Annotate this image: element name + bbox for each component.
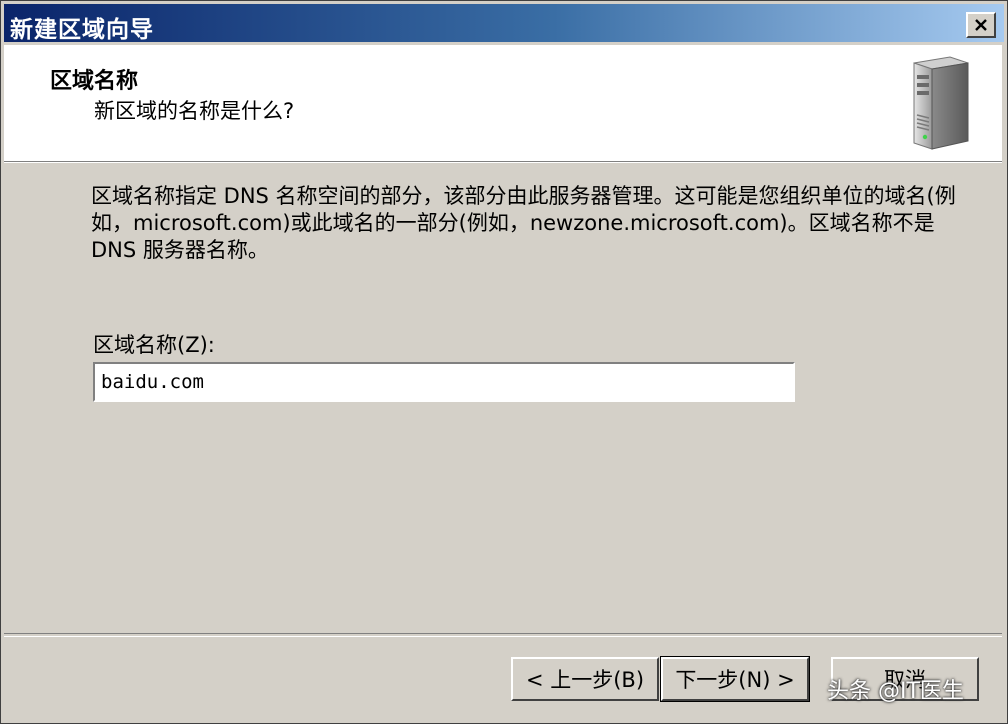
button-divider	[4, 633, 1002, 637]
title-bar[interactable]: 新建区域向导	[4, 4, 1004, 43]
window-title: 新建区域向导	[10, 17, 154, 43]
page-title: 区域名称	[50, 69, 139, 94]
zone-name-input[interactable]	[93, 362, 795, 402]
close-button[interactable]	[966, 12, 996, 38]
page-subtitle: 新区域的名称是什么?	[94, 99, 295, 123]
back-button[interactable]: < 上一步(B)	[511, 657, 659, 701]
close-icon	[975, 19, 987, 31]
wizard-header: 区域名称 新区域的名称是什么?	[4, 45, 1002, 162]
zone-name-label: 区域名称(Z):	[93, 333, 215, 357]
watermark: 头条 @IT医生	[827, 679, 964, 704]
zone-description: 区域名称指定 DNS 名称空间的部分，该部分由此服务器管理。这可能是您组织单位的…	[91, 184, 956, 262]
next-button[interactable]: 下一步(N) >	[660, 656, 810, 702]
server-icon	[913, 56, 969, 150]
header-divider	[4, 162, 1002, 163]
wizard-window: 新建区域向导 区域名称 新区域的名称是什么? 区域名称指定 DNS 名称空间的部…	[0, 0, 1008, 724]
